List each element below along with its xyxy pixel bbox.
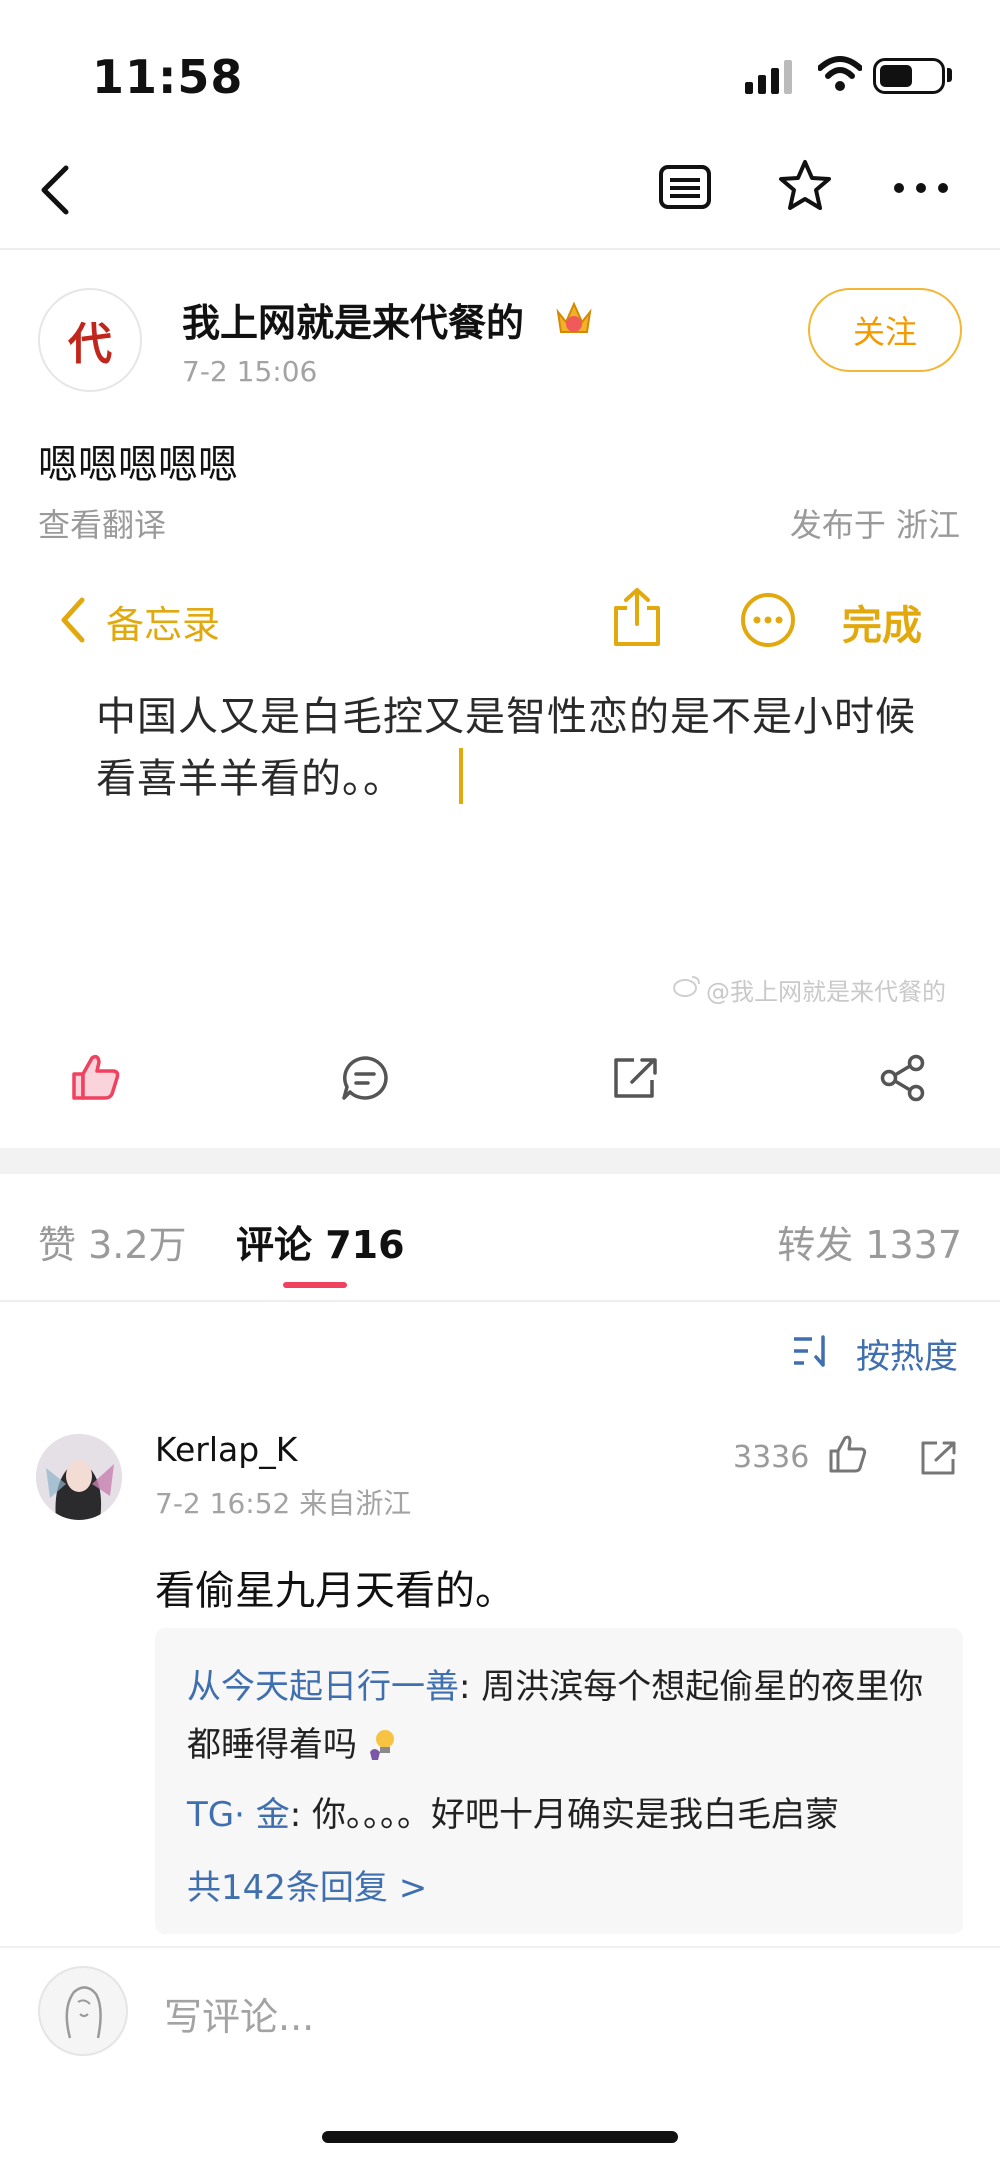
- share-icon[interactable]: [878, 1054, 928, 1102]
- cellular-signal-icon: [745, 60, 792, 94]
- vip-crown-icon: [556, 301, 592, 333]
- author-name[interactable]: 我上网就是来代餐的: [182, 292, 524, 347]
- memo-back-label: 备忘录: [106, 603, 221, 647]
- tab-active-underline: [283, 1282, 347, 1288]
- sort-icon[interactable]: [792, 1334, 834, 1368]
- my-avatar[interactable]: [38, 1966, 128, 2056]
- reply-author[interactable]: TG· 金: [187, 1795, 290, 1835]
- memo-back-chevron-icon: [61, 597, 85, 643]
- watermark-text: @我上网就是来代餐的: [706, 978, 946, 1006]
- back-chevron-icon[interactable]: [36, 162, 76, 218]
- like-icon[interactable]: [70, 1052, 122, 1102]
- comment-input[interactable]: 写评论...: [164, 1986, 314, 2041]
- commenter-avatar[interactable]: [36, 1434, 122, 1520]
- tab-likes[interactable]: 赞 3.2万: [38, 1214, 187, 1269]
- status-time: 11:58: [92, 50, 244, 104]
- section-divider: [0, 1148, 1000, 1174]
- sort-label[interactable]: 按热度: [856, 1329, 958, 1378]
- memo-more-icon: [741, 593, 795, 647]
- memo-done-label: 完成: [842, 603, 922, 649]
- comment-meta: 7-2 16:52 来自浙江: [155, 1487, 412, 1520]
- post-time: 7-2 15:06: [182, 355, 318, 388]
- post-text: 嗯嗯嗯嗯嗯: [38, 442, 238, 488]
- tab-reposts[interactable]: 转发 1337: [777, 1214, 962, 1269]
- tabs-divider: [0, 1300, 1000, 1302]
- comment-repost-icon[interactable]: [920, 1440, 958, 1476]
- bottom-divider: [0, 1946, 1000, 1948]
- reply-text: : 你。。。。好吧十月确实是我白毛启蒙: [289, 1795, 839, 1835]
- reply-item[interactable]: TG· 金: 你。。。。好吧十月确实是我白毛启蒙: [187, 1786, 937, 1844]
- nav-divider: [0, 248, 1000, 250]
- tab-comments[interactable]: 评论 716: [236, 1214, 405, 1269]
- reply-item[interactable]: 从今天起日行一善: 周洪滨每个想起偷星的夜里你都睡得着吗: [187, 1658, 937, 1774]
- repost-icon[interactable]: [612, 1056, 660, 1100]
- author-avatar[interactable]: 代: [38, 288, 142, 392]
- favorite-star-icon[interactable]: [776, 158, 834, 214]
- bulb-emoji-icon: [369, 1730, 394, 1760]
- text-caret: [459, 748, 463, 804]
- more-replies-link[interactable]: 共142条回复 >: [187, 1860, 427, 1909]
- more-icon[interactable]: [893, 182, 949, 194]
- battery-icon: [873, 58, 945, 94]
- list-icon[interactable]: [658, 164, 712, 210]
- memo-share-icon: [614, 588, 660, 646]
- comment-icon[interactable]: [340, 1054, 390, 1102]
- wifi-icon: [818, 56, 862, 91]
- memo-text: 中国人又是白毛控又是智性恋的是不是小时候看喜羊羊看的。。: [96, 694, 916, 802]
- battery-nub: [947, 68, 952, 82]
- reply-author[interactable]: 从今天起日行一善: [187, 1667, 459, 1707]
- home-indicator: [322, 2131, 678, 2143]
- commenter-name[interactable]: Kerlap_K: [155, 1430, 297, 1469]
- comment-like-icon[interactable]: [828, 1434, 868, 1474]
- comment-text: 看偷星九月天看的。: [155, 1568, 515, 1614]
- weibo-watermark-icon: [673, 976, 700, 997]
- comment-like-count: 3336: [733, 1440, 810, 1475]
- follow-button[interactable]: 关注: [808, 288, 962, 372]
- translate-link[interactable]: 查看翻译: [38, 500, 166, 546]
- post-location: 发布于 浙江: [789, 506, 960, 544]
